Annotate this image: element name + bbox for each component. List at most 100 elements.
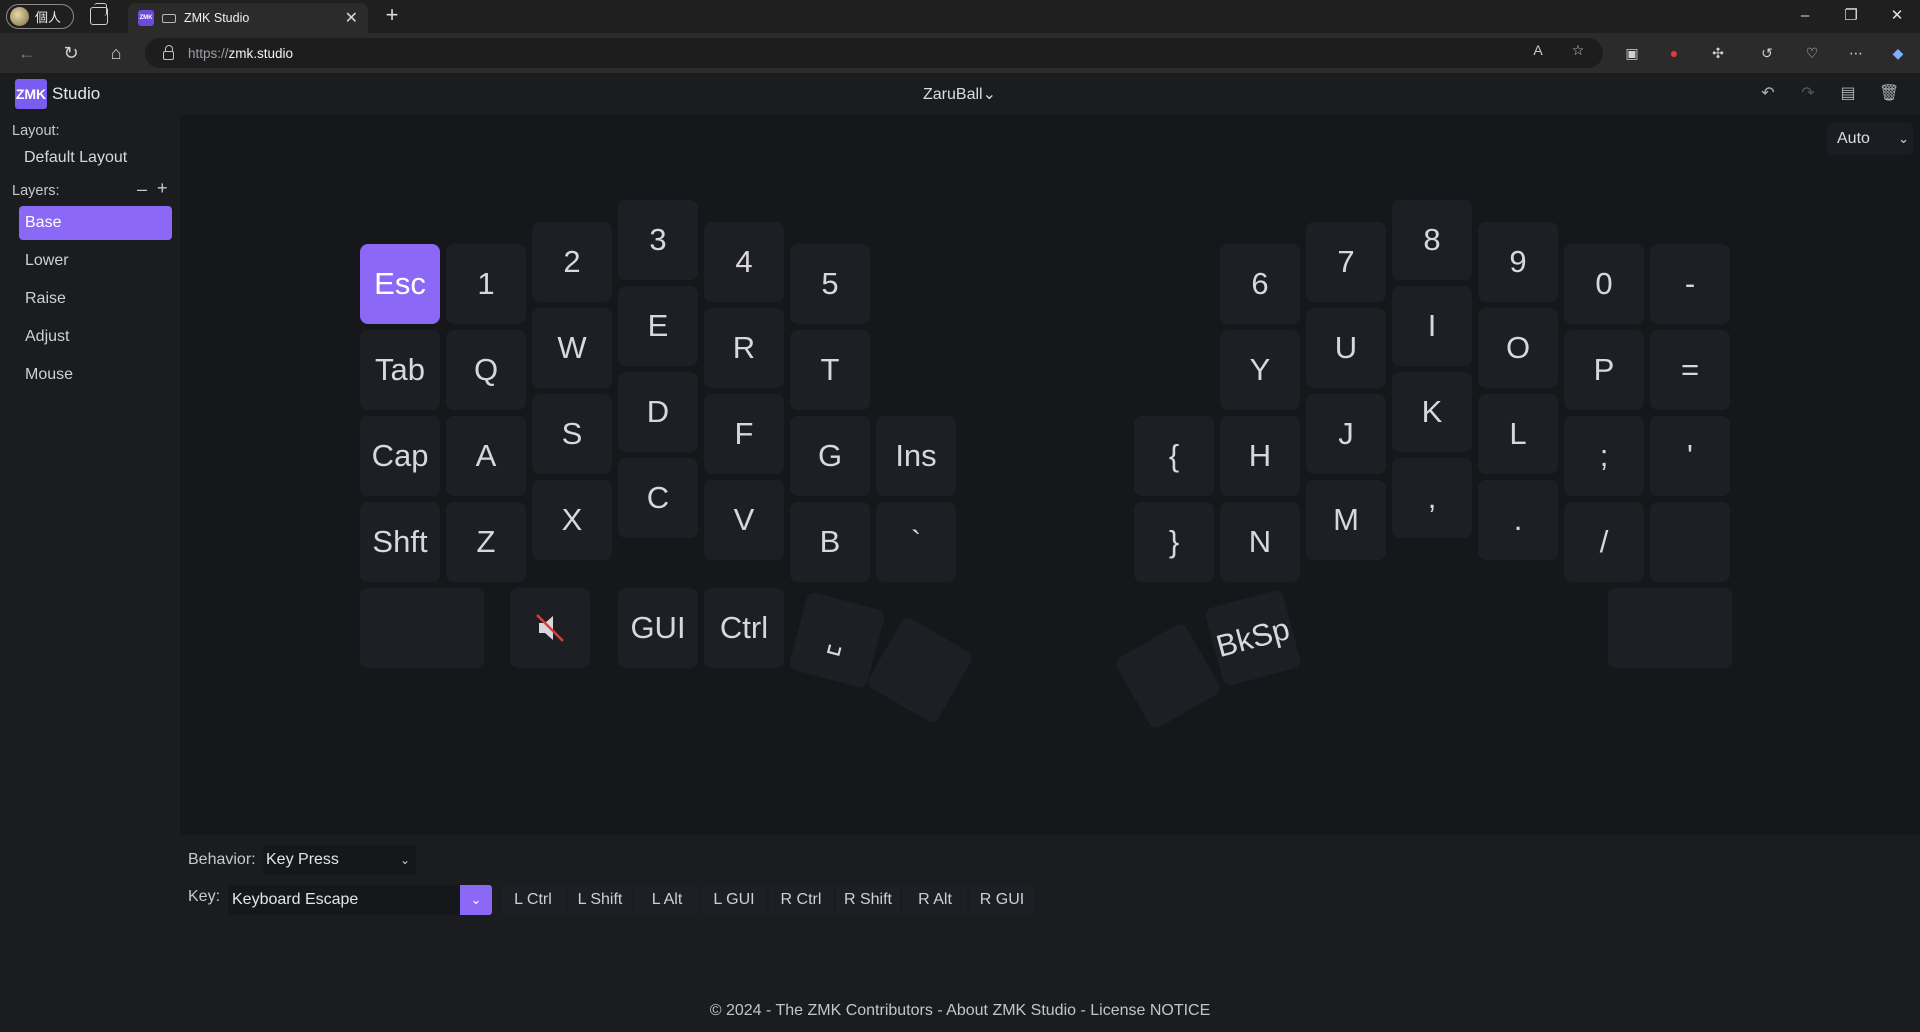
key-e[interactable]: E bbox=[618, 286, 698, 366]
layer-item-base[interactable]: Base bbox=[19, 206, 172, 240]
minimize-icon[interactable]: – bbox=[1790, 4, 1820, 28]
key-blank-thumb[interactable] bbox=[360, 588, 484, 668]
key-dropdown-button[interactable]: ⌄ bbox=[460, 885, 492, 915]
key-r[interactable]: R bbox=[704, 308, 784, 388]
key-i[interactable]: I bbox=[1392, 286, 1472, 366]
close-icon[interactable]: ✕ bbox=[1882, 4, 1912, 28]
copilot-icon[interactable]: ◆ bbox=[1888, 43, 1908, 63]
extensions-icon[interactable]: ✣ bbox=[1708, 43, 1728, 63]
discard-icon[interactable]: 🗑 bbox=[1879, 84, 1899, 104]
key-semicolon[interactable]: ; bbox=[1564, 416, 1644, 496]
key-a[interactable]: A bbox=[446, 416, 526, 496]
tab-close-icon[interactable]: ✕ bbox=[345, 8, 358, 28]
key-2[interactable]: 2 bbox=[532, 222, 612, 302]
key-ins[interactable]: Ins bbox=[876, 416, 956, 496]
modifier-l-gui[interactable]: L GUI bbox=[702, 885, 766, 915]
key-4[interactable]: 4 bbox=[704, 222, 784, 302]
key-3[interactable]: 3 bbox=[618, 200, 698, 280]
add-layer-button[interactable]: + bbox=[157, 178, 168, 199]
key-ctrl[interactable]: Ctrl bbox=[704, 588, 784, 668]
home-icon[interactable]: ⌂ bbox=[103, 41, 129, 65]
save-icon[interactable]: ▤ bbox=[1838, 84, 1858, 104]
favorite-star-icon[interactable]: ☆ bbox=[1568, 40, 1588, 60]
modifier-l-ctrl[interactable]: L Ctrl bbox=[501, 885, 565, 915]
key-m[interactable]: M bbox=[1306, 480, 1386, 560]
layer-item-adjust[interactable]: Adjust bbox=[19, 320, 172, 354]
key-quote[interactable]: ' bbox=[1650, 416, 1730, 496]
key-gui[interactable]: GUI bbox=[618, 588, 698, 668]
key-9[interactable]: 9 bbox=[1478, 222, 1558, 302]
browser-essentials-icon[interactable]: ♡ bbox=[1802, 43, 1822, 63]
key-q[interactable]: Q bbox=[446, 330, 526, 410]
key-0[interactable]: 0 bbox=[1564, 244, 1644, 324]
key-1[interactable]: 1 bbox=[446, 244, 526, 324]
new-tab-button[interactable]: + bbox=[380, 4, 404, 28]
restore-icon[interactable]: ❐ bbox=[1836, 4, 1866, 28]
key-caps[interactable]: Cap bbox=[360, 416, 440, 496]
modifier-l-alt[interactable]: L Alt bbox=[635, 885, 699, 915]
key-c[interactable]: C bbox=[618, 458, 698, 538]
device-selector[interactable]: ZaruBall⌄ bbox=[923, 84, 996, 104]
modifier-r-shift[interactable]: R Shift bbox=[836, 885, 900, 915]
key-7[interactable]: 7 bbox=[1306, 222, 1386, 302]
tab-actions-icon[interactable] bbox=[90, 3, 108, 25]
key-v[interactable]: V bbox=[704, 480, 784, 560]
adblock-icon[interactable]: ● bbox=[1664, 43, 1684, 63]
key-t[interactable]: T bbox=[790, 330, 870, 410]
key-j[interactable]: J bbox=[1306, 394, 1386, 474]
key-period[interactable]: . bbox=[1478, 480, 1558, 560]
key-input[interactable]: Keyboard Escape bbox=[228, 885, 460, 915]
key-k[interactable]: K bbox=[1392, 372, 1472, 452]
key-d[interactable]: D bbox=[618, 372, 698, 452]
key-o[interactable]: O bbox=[1478, 308, 1558, 388]
back-icon[interactable]: ← bbox=[14, 41, 40, 65]
modifier-r-ctrl[interactable]: R Ctrl bbox=[769, 885, 833, 915]
key-comma[interactable]: , bbox=[1392, 458, 1472, 538]
key-p[interactable]: P bbox=[1564, 330, 1644, 410]
profile-button[interactable]: 個人 bbox=[6, 4, 74, 29]
layer-item-raise[interactable]: Raise bbox=[19, 282, 172, 316]
tab-audio-icon[interactable] bbox=[162, 13, 176, 23]
lock-icon[interactable] bbox=[163, 44, 174, 60]
address-bar[interactable]: https://zmk.studio bbox=[145, 38, 1603, 68]
undo-icon[interactable]: ↶ bbox=[1758, 84, 1778, 104]
key-h[interactable]: H bbox=[1220, 416, 1300, 496]
key-f[interactable]: F bbox=[704, 394, 784, 474]
history-icon[interactable]: ↺ bbox=[1757, 43, 1777, 63]
key-grave[interactable]: ` bbox=[876, 502, 956, 582]
browser-tab[interactable]: ZMK ZMK Studio ✕ bbox=[128, 3, 368, 33]
behavior-select[interactable]: Key Press ⌄ bbox=[262, 845, 416, 875]
key-left-brace[interactable]: { bbox=[1134, 416, 1214, 496]
modifier-l-shift[interactable]: L Shift bbox=[568, 885, 632, 915]
key-x[interactable]: X bbox=[532, 480, 612, 560]
key-right-brace[interactable]: } bbox=[1134, 502, 1214, 582]
key-n[interactable]: N bbox=[1220, 502, 1300, 582]
key-6[interactable]: 6 bbox=[1220, 244, 1300, 324]
key-b[interactable]: B bbox=[790, 502, 870, 582]
layer-item-mouse[interactable]: Mouse bbox=[19, 358, 172, 392]
key-z[interactable]: Z bbox=[446, 502, 526, 582]
layout-selector[interactable]: Default Layout bbox=[24, 149, 127, 167]
read-aloud-icon[interactable]: A bbox=[1528, 40, 1548, 60]
key-blank-right[interactable] bbox=[1650, 502, 1730, 582]
key-slash[interactable]: / bbox=[1564, 502, 1644, 582]
key-g[interactable]: G bbox=[790, 416, 870, 496]
key-minus[interactable]: - bbox=[1650, 244, 1730, 324]
modifier-r-gui[interactable]: R GUI bbox=[970, 885, 1034, 915]
key-w[interactable]: W bbox=[532, 308, 612, 388]
key-mute[interactable] bbox=[510, 588, 590, 668]
scale-select[interactable]: Auto ⌄ bbox=[1827, 123, 1913, 155]
workspaces-icon[interactable]: ▣ bbox=[1622, 43, 1642, 63]
modifier-r-alt[interactable]: R Alt bbox=[903, 885, 967, 915]
more-icon[interactable]: ⋯ bbox=[1846, 43, 1866, 63]
key-8[interactable]: 8 bbox=[1392, 200, 1472, 280]
key-s[interactable]: S bbox=[532, 394, 612, 474]
key-5[interactable]: 5 bbox=[790, 244, 870, 324]
key-equals[interactable]: = bbox=[1650, 330, 1730, 410]
key-blank-thumb-4[interactable] bbox=[1608, 588, 1732, 668]
key-y[interactable]: Y bbox=[1220, 330, 1300, 410]
redo-icon[interactable]: ↷ bbox=[1798, 84, 1818, 104]
key-l[interactable]: L bbox=[1478, 394, 1558, 474]
remove-layer-button[interactable]: – bbox=[137, 179, 147, 200]
refresh-icon[interactable]: ↻ bbox=[58, 41, 84, 65]
